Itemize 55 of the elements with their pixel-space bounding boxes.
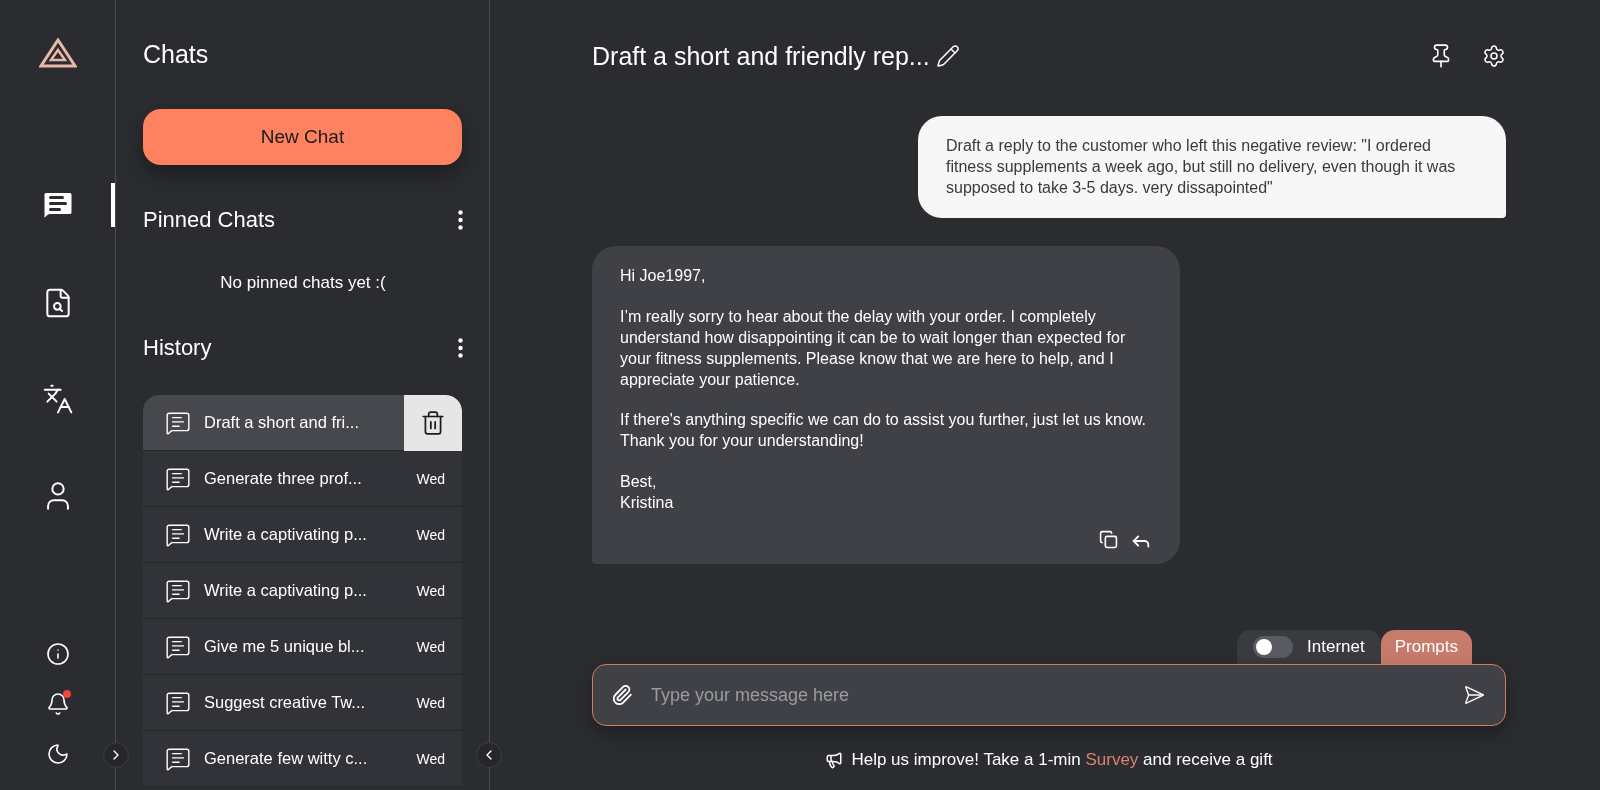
chat-date: Wed (416, 750, 445, 767)
expand-handle[interactable] (103, 742, 129, 768)
settings-button[interactable] (1482, 44, 1506, 68)
chat-date: Wed (416, 470, 445, 487)
chat-title: Write a captivating p... (204, 525, 368, 544)
chat-title: Generate three prof... (204, 469, 363, 488)
delete-button[interactable] (404, 395, 462, 451)
triangle-logo-icon[interactable] (38, 38, 77, 68)
chat-date: Wed (416, 582, 445, 599)
message-text: Draft a reply to the customer who left this negative review: "I ordered fitness supplements a week ago, but still no delivery, even though it was supposed to take 3-5 days. very dissapointed" (946, 136, 1457, 198)
more-button[interactable] (458, 338, 463, 358)
settings-icon (1482, 44, 1506, 68)
section-title: History (143, 335, 212, 361)
unread-dot (62, 690, 71, 698)
moon-icon (45, 742, 70, 766)
message-input[interactable]: Type your message here (649, 683, 1447, 707)
message-text: Best, Kristina (620, 471, 675, 513)
translate-icon (41, 383, 74, 415)
chat-date: Wed (416, 526, 445, 543)
more-button[interactable] (458, 210, 463, 230)
message-text: Hi Joe1997, (620, 266, 707, 287)
chat-title: Draft a short and friendly rep... (592, 41, 930, 71)
new-chat-button[interactable]: New Chat (143, 109, 462, 165)
history-item[interactable]: Draft a short and fri... (143, 395, 462, 451)
empty-message: No pinned chats yet :( (219, 273, 387, 293)
bell-icon (45, 692, 70, 716)
chat-title: Give me 5 unique bl... (204, 637, 366, 656)
message-text: If there's anything specific we can do to assist you further, just let us know. Thank you for your understanding! (620, 410, 1147, 452)
internet-label: Internet (1307, 637, 1365, 657)
copy-icon (1099, 529, 1118, 549)
chat-date: Wed (416, 694, 445, 711)
collapse-handle[interactable] (476, 742, 502, 768)
survey-link[interactable]: Survey (1085, 750, 1139, 769)
chat-date: Wed (416, 638, 445, 655)
trash-icon (420, 409, 446, 436)
paperclip-icon (611, 684, 633, 706)
pencil-icon (935, 44, 960, 68)
info-icon (45, 642, 70, 666)
chat-title: Write a captivating p... (204, 581, 368, 600)
megaphone-icon (825, 751, 844, 769)
message-text: I’m really sorry to hear about the delay with your order. I completely understand how disappointing it can be to wait longer than expected for your fitness supplements. Please know that we are here to help, and I appreciate your patience. (620, 307, 1127, 390)
chat-title: Generate few witty c... (204, 749, 369, 768)
section-title: Pinned Chats (143, 207, 276, 233)
send-icon (1463, 684, 1485, 706)
chat-title: Draft a short and fri... (204, 413, 360, 432)
more-icon (458, 338, 463, 358)
message-field[interactable]: Type your message here (592, 664, 1506, 726)
send-button[interactable] (1463, 684, 1485, 706)
internet-toggle[interactable] (1253, 636, 1294, 658)
chat-title: Suggest creative Tw... (204, 693, 367, 712)
survey-prompt: Help us improve! Take a 1-min Survey and receive a gift (851, 750, 1273, 770)
more-icon (458, 210, 463, 230)
sidebar-title: Chats (143, 40, 210, 69)
rename-button[interactable] (935, 44, 960, 68)
attach-button[interactable] (611, 684, 633, 706)
